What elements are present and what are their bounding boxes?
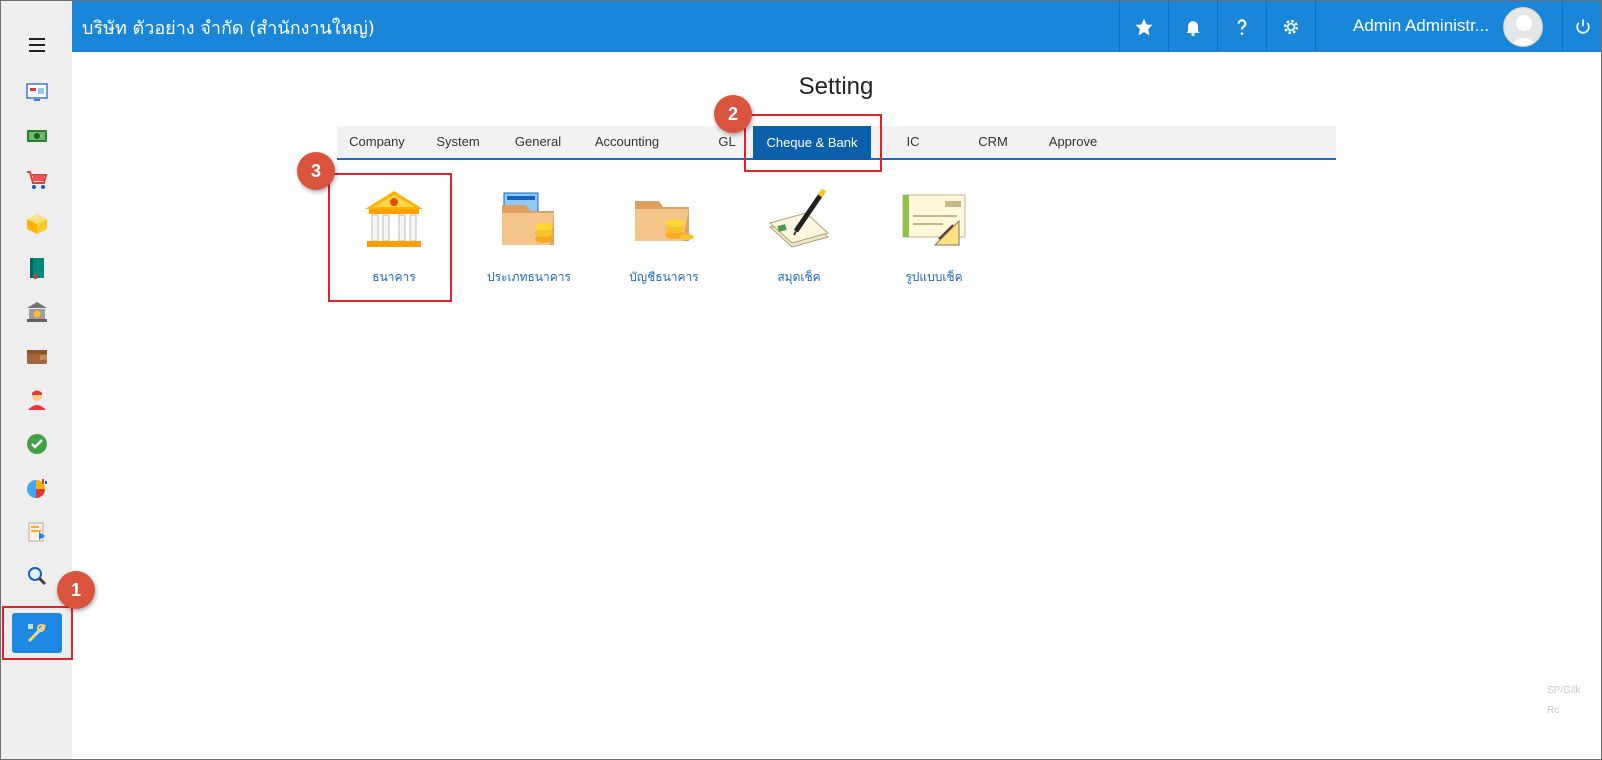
user-avatar[interactable] — [1503, 7, 1543, 47]
annotation-badge-2: 2 — [714, 95, 752, 133]
dashboard-icon[interactable] — [23, 78, 51, 106]
annotation-box-3 — [328, 173, 452, 302]
help-icon[interactable] — [1217, 1, 1266, 52]
cart-icon[interactable] — [23, 166, 51, 194]
tab-ic[interactable]: IC — [873, 126, 953, 158]
star-icon[interactable] — [1119, 1, 1168, 52]
notification-ghost: SP/Gilk Rc — [1547, 659, 1601, 739]
annotation-badge-1: 1 — [57, 571, 95, 609]
tile-bank-account[interactable]: บัญชีธนาคาร — [609, 187, 719, 287]
annotation-box-2 — [744, 114, 882, 172]
ghost-line: SP/Gilk — [1547, 685, 1581, 696]
tile-label: ประเภทธนาคาร — [487, 270, 571, 284]
person-icon[interactable] — [23, 386, 51, 414]
toolbar-divider — [1315, 1, 1345, 52]
hamburger-menu-button[interactable] — [21, 33, 53, 57]
folder-coins-icon — [631, 187, 697, 253]
app-window: บริษัท ตัวอย่าง จำกัด (สำนักงานใหญ่) Adm… — [0, 0, 1602, 760]
top-bar: บริษัท ตัวอย่าง จำกัด (สำนักงานใหญ่) Adm… — [72, 1, 1601, 52]
tab-general[interactable]: General — [500, 126, 576, 158]
book-icon[interactable] — [23, 254, 51, 282]
tile-cheque-book[interactable]: สมุดเช็ค — [744, 187, 854, 287]
tab-system[interactable]: System — [420, 126, 496, 158]
bell-icon[interactable] — [1168, 1, 1217, 52]
cheque-template-icon — [901, 187, 967, 253]
tile-label: รูปแบบเช็ค — [905, 270, 963, 284]
annotation-box-1 — [2, 606, 73, 660]
tab-company[interactable]: Company — [337, 126, 417, 158]
pie-chart-icon[interactable] — [23, 474, 51, 502]
tab-crm[interactable]: CRM — [953, 126, 1033, 158]
tile-label: บัญชีธนาคาร — [629, 270, 699, 284]
menu-bar — [29, 44, 45, 46]
annotation-badge-3: 3 — [297, 152, 335, 190]
tab-accounting[interactable]: Accounting — [577, 126, 677, 158]
check-icon[interactable] — [23, 430, 51, 458]
power-icon[interactable] — [1562, 1, 1601, 52]
report-icon[interactable] — [23, 518, 51, 546]
tile-label: สมุดเช็ค — [777, 270, 821, 284]
wallet-icon[interactable] — [23, 342, 51, 370]
user-name[interactable]: Admin Administr... — [1353, 16, 1489, 36]
tab-approve[interactable]: Approve — [1033, 126, 1113, 158]
box-icon[interactable] — [23, 210, 51, 238]
menu-bar — [29, 50, 45, 52]
cheque-pen-icon — [766, 187, 832, 253]
ghost-line: Rc — [1547, 705, 1560, 716]
tile-cheque-format[interactable]: รูปแบบเช็ค — [879, 187, 989, 287]
page-title: Setting — [798, 73, 874, 100]
gear-icon[interactable] — [1266, 1, 1315, 52]
search-icon[interactable] — [23, 562, 51, 590]
company-title: บริษัท ตัวอย่าง จำกัด (สำนักงานใหญ่) — [82, 18, 375, 39]
menu-bar — [29, 38, 45, 40]
money-icon[interactable] — [23, 122, 51, 150]
tile-bank-type[interactable]: ประเภทธนาคาร — [474, 187, 584, 287]
bank-icon[interactable] — [23, 298, 51, 326]
folder-coins-icon — [496, 187, 562, 253]
